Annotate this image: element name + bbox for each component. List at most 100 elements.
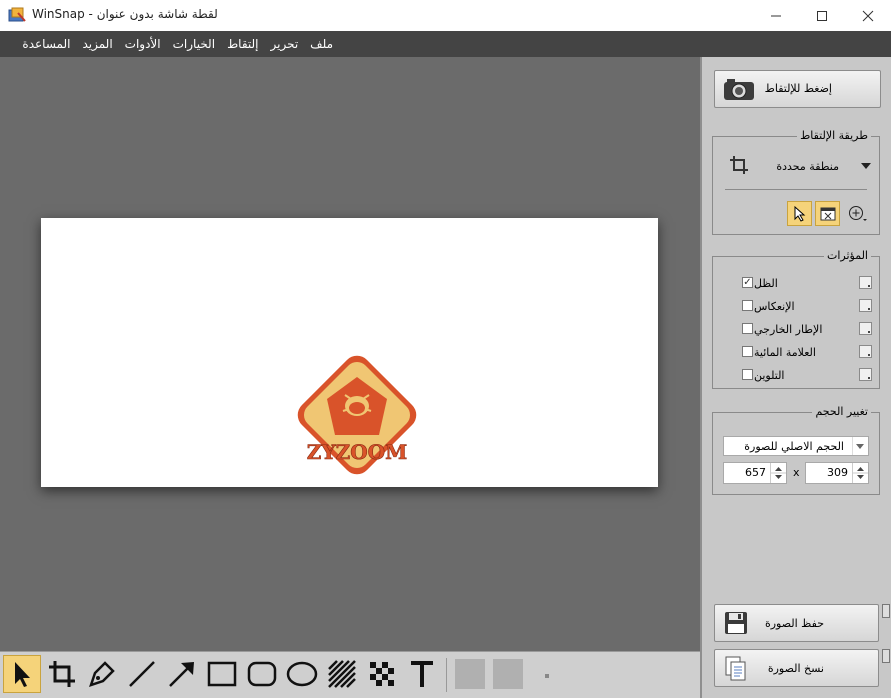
drawing-toolbar: [0, 651, 700, 698]
title-bar: WinSnap - لقطة شاشة بدون عنوان: [0, 0, 891, 32]
capture-button-label: إضغط للإلتقاط: [764, 82, 832, 95]
arrow-pointer-icon: [15, 662, 30, 687]
maximize-icon: [817, 10, 827, 21]
effect-reflection-options-button[interactable]: [859, 299, 872, 312]
crop-tool-button[interactable]: [43, 655, 81, 693]
pen-icon: [89, 661, 115, 687]
effect-colorize-options-button[interactable]: [859, 368, 872, 381]
save-image-button[interactable]: حفظ الصورة: [714, 604, 879, 642]
menu-edit[interactable]: تحرير: [265, 31, 305, 57]
copy-image-label: نسخ الصورة: [767, 662, 824, 675]
effects-title: المؤثرات: [824, 249, 871, 262]
effect-watermark-options-button[interactable]: [859, 345, 872, 358]
winsnap-app-icon: [8, 7, 26, 22]
chevron-down-icon: [856, 444, 864, 449]
window-capture-toggle[interactable]: [815, 201, 840, 226]
menu-help[interactable]: المساعدة: [16, 31, 76, 57]
menu-options[interactable]: الخيارات: [167, 31, 221, 57]
height-value: 309: [827, 466, 848, 479]
capture-method-value[interactable]: منطقة محددة: [776, 160, 839, 173]
rectangle-tool-button[interactable]: [203, 655, 241, 693]
menu-bar: ملف تحرير إلتقاط الخيارات الأدوات المزيد…: [0, 31, 891, 57]
ellipse-tool-button[interactable]: [283, 655, 321, 693]
effect-shadow-options-button[interactable]: [859, 276, 872, 289]
crop-icon: [49, 661, 75, 687]
effect-outline-checkbox[interactable]: [742, 323, 753, 334]
effect-colorize-checkbox[interactable]: [742, 369, 753, 380]
text-tool-button[interactable]: [403, 655, 441, 693]
spin-arrows-icon[interactable]: [771, 463, 786, 483]
effect-shadow-label: الظل: [754, 277, 778, 290]
rectangle-icon: [207, 661, 237, 687]
menu-capture[interactable]: إلتقاط: [221, 31, 264, 57]
minimize-button[interactable]: [753, 0, 799, 31]
camera-icon: [724, 79, 754, 100]
capture-method-title: طريقة الإلتقاط: [797, 129, 871, 142]
effect-shadow[interactable]: ✓ الظل: [719, 275, 879, 293]
crop-region-icon: [730, 156, 748, 174]
size-separator: x: [793, 466, 800, 479]
resize-mode-select[interactable]: الحجم الاصلي للصورة: [723, 436, 869, 456]
select-tool-button[interactable]: [3, 655, 41, 693]
save-options-handle[interactable]: [882, 604, 890, 618]
add-option-icon[interactable]: [848, 205, 868, 225]
floppy-disk-icon: [725, 612, 747, 634]
effect-outline[interactable]: الإطار الخارجي: [719, 321, 879, 339]
cursor-capture-toggle[interactable]: [787, 201, 812, 226]
copy-options-handle[interactable]: [882, 649, 890, 663]
height-spinner[interactable]: 309: [805, 462, 869, 484]
resize-title: تغيير الحجم: [812, 405, 871, 418]
logo-text: ZYZOOM: [307, 440, 407, 464]
stroke-color-swatch[interactable]: [489, 655, 527, 693]
arrow-icon: [169, 662, 194, 687]
capture-method-group: طريقة الإلتقاط منطقة محددة: [712, 129, 880, 235]
effect-colorize-label: التلوين: [754, 369, 785, 382]
spin-arrows-icon[interactable]: [853, 463, 868, 483]
close-icon: [862, 10, 874, 21]
chevron-down-icon[interactable]: [861, 163, 871, 169]
rounded-rectangle-tool-button[interactable]: [243, 655, 281, 693]
side-panel: إضغط للإلتقاط طريقة الإلتقاط منطقة محددة…: [700, 57, 891, 698]
effect-watermark-checkbox[interactable]: [742, 346, 753, 357]
effect-watermark-label: العلامة المائية: [754, 346, 816, 359]
fill-color-swatch[interactable]: [451, 655, 489, 693]
effect-shadow-checkbox[interactable]: ✓: [742, 277, 753, 288]
menu-tools[interactable]: الأدوات: [119, 31, 167, 57]
effect-outline-label: الإطار الخارجي: [754, 323, 823, 336]
image-workspace: ZYZOOM: [0, 57, 700, 651]
close-button[interactable]: [845, 0, 891, 31]
save-image-label: حفظ الصورة: [764, 617, 824, 630]
menu-file[interactable]: ملف: [304, 31, 339, 57]
hatch-tool-button[interactable]: [323, 655, 361, 693]
width-spinner[interactable]: 657: [723, 462, 787, 484]
effect-watermark[interactable]: العلامة المائية: [719, 344, 879, 362]
line-tool-button[interactable]: [123, 655, 161, 693]
effect-reflection-checkbox[interactable]: [742, 300, 753, 311]
pen-tool-button[interactable]: [83, 655, 121, 693]
ellipse-icon: [286, 661, 318, 687]
toolbar-separator: [446, 658, 447, 692]
maximize-button[interactable]: [799, 0, 845, 31]
pixelate-tool-button[interactable]: [363, 655, 401, 693]
cursor-icon: [794, 206, 806, 222]
divider: [725, 189, 867, 190]
zyzoom-logo: ZYZOOM: [297, 355, 417, 475]
effect-reflection[interactable]: الإنعكاس: [719, 298, 879, 316]
text-icon: [411, 661, 433, 687]
captured-image[interactable]: ZYZOOM: [41, 218, 658, 487]
effect-reflection-label: الإنعكاس: [754, 300, 795, 313]
copy-icon: [725, 656, 746, 681]
arrow-tool-button[interactable]: [163, 655, 201, 693]
copy-image-button[interactable]: نسخ الصورة: [714, 649, 879, 687]
minimize-icon: [771, 15, 781, 16]
capture-button[interactable]: إضغط للإلتقاط: [714, 70, 881, 108]
rounded-rectangle-icon: [247, 661, 277, 687]
resize-mode-value: الحجم الاصلي للصورة: [744, 440, 844, 453]
effect-colorize[interactable]: التلوين: [719, 367, 879, 385]
window-icon: [820, 207, 836, 221]
resize-group: تغيير الحجم الحجم الاصلي للصورة 657 x 30…: [712, 405, 880, 495]
effect-outline-options-button[interactable]: [859, 322, 872, 335]
menu-more[interactable]: المزيد: [76, 31, 118, 57]
line-width-indicator[interactable]: [545, 674, 549, 678]
line-icon: [129, 661, 155, 687]
